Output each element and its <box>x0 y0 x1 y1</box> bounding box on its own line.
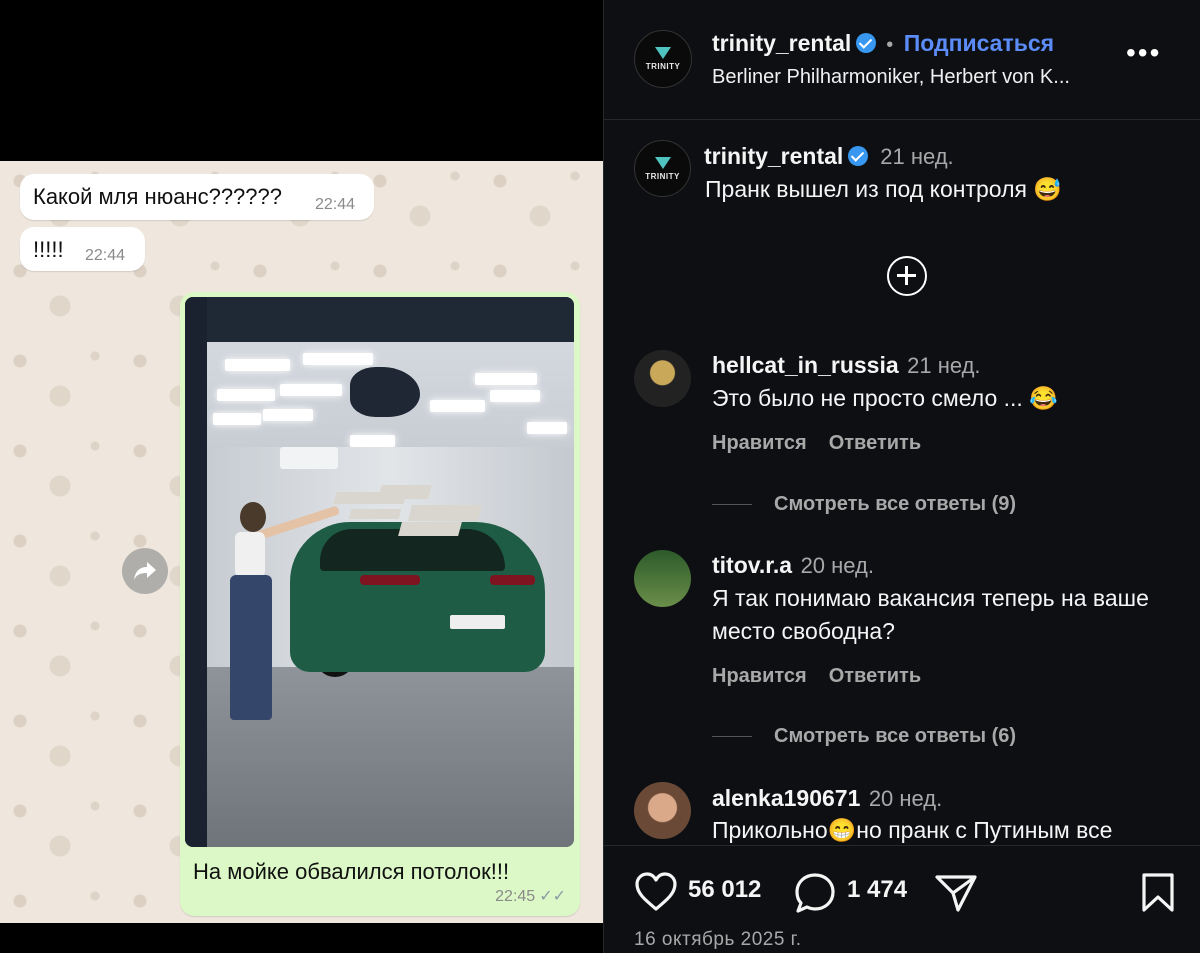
replies-divider <box>712 504 752 506</box>
view-replies-button[interactable]: Смотреть все ответы (9) <box>712 493 1016 516</box>
post-panel: TRINITY trinity_rental • Подписаться Ber… <box>603 0 1200 953</box>
logo-text: TRINITY <box>645 62 681 71</box>
logo-text: TRINITY <box>645 172 680 181</box>
caption-author-avatar[interactable]: TRINITY <box>634 140 691 197</box>
view-replies-label: Смотреть все ответы (6) <box>774 725 1017 747</box>
comment-icon[interactable] <box>793 872 837 914</box>
comment-username[interactable]: titov.r.a <box>712 552 792 578</box>
chat-message-text: Какой мля нюанс?????? <box>33 184 282 209</box>
comment-header: alenka190671 20 нед. <box>712 785 942 812</box>
view-replies-label: Смотреть все ответы (9) <box>774 493 1017 515</box>
chat-message-2: !!!!! 22:44 <box>20 227 145 271</box>
comment-text: Я так понимаю вакансия теперь на ваше ме… <box>712 585 1149 644</box>
car-wash-photo <box>185 297 574 847</box>
comment-username[interactable]: hellcat_in_russia <box>712 352 899 378</box>
post-date: 16 октябрь 2025 г. <box>634 929 802 950</box>
commenter-avatar[interactable] <box>634 782 691 839</box>
trinity-logo-icon <box>654 157 671 169</box>
post-caption: Пранк вышел из под контроля 😅 <box>705 176 1062 202</box>
read-ticks-icon: ✓✓ <box>539 888 566 905</box>
comment-actions: Нравится Ответить <box>712 665 943 688</box>
caption-author-username[interactable]: trinity_rental <box>704 143 843 169</box>
commenter-avatar[interactable] <box>634 550 691 607</box>
heart-icon[interactable] <box>634 872 678 912</box>
chat-message-time: 22:44 <box>85 247 126 264</box>
photo-caption: На мойке обвалился потолок!!! <box>193 859 510 884</box>
share-icon[interactable] <box>934 872 978 914</box>
verified-badge-icon <box>847 146 868 166</box>
caption-time: 21 нед. <box>880 144 954 169</box>
chat-screenshot: Какой мля нюанс?????? 22:44 !!!!! 22:44 <box>0 161 603 923</box>
trinity-logo-icon <box>655 47 671 59</box>
like-comment-button[interactable]: Нравится <box>712 432 807 454</box>
reply-button[interactable]: Ответить <box>829 665 921 687</box>
comment-time: 20 нед. <box>800 553 874 578</box>
likes-count[interactable]: 56 012 <box>688 876 761 904</box>
comment-actions: Нравится Ответить <box>712 432 943 455</box>
view-replies-button[interactable]: Смотреть все ответы (6) <box>712 725 1016 748</box>
chat-message-time: 22:44 <box>315 196 356 213</box>
author-avatar[interactable]: TRINITY <box>634 30 692 88</box>
header-title-line: trinity_rental • Подписаться <box>712 30 1054 57</box>
replies-divider <box>712 736 752 738</box>
load-more-comments-icon[interactable] <box>887 256 927 296</box>
follow-button[interactable]: Подписаться <box>904 30 1054 56</box>
audio-title[interactable]: Berliner Philharmoniker, Herbert von K..… <box>712 66 1070 89</box>
reply-button[interactable]: Ответить <box>829 432 921 454</box>
comment-username[interactable]: alenka190671 <box>712 785 860 811</box>
bookmark-icon[interactable] <box>1140 872 1176 914</box>
comment-text: Это было не просто смело ... 😂 <box>712 385 1058 411</box>
forward-icon <box>122 548 168 594</box>
separator-dot: • <box>886 34 894 56</box>
comment-header: titov.r.a 20 нед. <box>712 552 874 579</box>
post-actions-bar: 56 012 1 474 16 октябрь 2025 г. <box>604 845 1200 953</box>
comment-header: hellcat_in_russia 21 нед. <box>712 352 981 379</box>
chat-message-text: !!!!! <box>33 237 64 262</box>
commenter-avatar[interactable] <box>634 350 691 407</box>
like-comment-button[interactable]: Нравится <box>712 665 807 687</box>
photo-time: 22:45 ✓✓ <box>495 888 566 905</box>
more-options-icon[interactable]: ••• <box>1126 39 1161 67</box>
verified-badge-icon <box>855 33 876 53</box>
chat-photo-message: На мойке обвалился потолок!!! 22:45 ✓✓ <box>180 292 580 916</box>
comment-time: 20 нед. <box>868 786 943 811</box>
chat-message-1: Какой мля нюанс?????? 22:44 <box>20 174 374 220</box>
author-username[interactable]: trinity_rental <box>712 30 851 56</box>
post-header: TRINITY trinity_rental • Подписаться Ber… <box>604 0 1200 120</box>
caption-header: trinity_rental 21 нед. <box>704 143 954 170</box>
comment-time: 21 нед. <box>907 353 981 378</box>
comment-text: Прикольно😁но пранк с Путиным все <box>712 817 1113 843</box>
post-media[interactable]: Какой мля нюанс?????? 22:44 !!!!! 22:44 <box>0 0 603 953</box>
comments-count[interactable]: 1 474 <box>847 876 907 904</box>
